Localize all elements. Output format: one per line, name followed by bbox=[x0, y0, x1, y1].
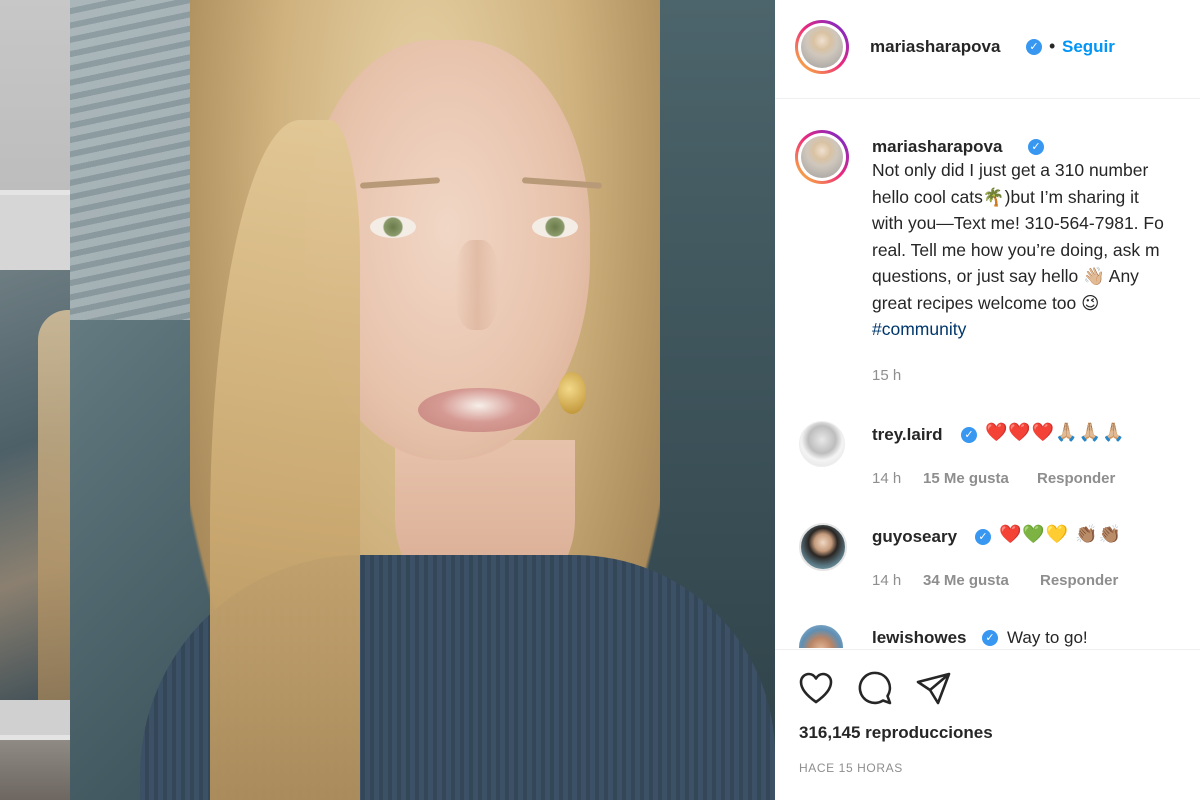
commenter-username[interactable]: lewishowes bbox=[872, 628, 966, 648]
comment-text: Way to go! bbox=[1007, 628, 1088, 647]
right-eye bbox=[532, 216, 578, 238]
left-eye bbox=[370, 216, 416, 238]
caption-text: Not only did I just get a 310 number hel… bbox=[872, 157, 1200, 343]
comment-likes[interactable]: 15 Me gusta bbox=[923, 470, 1009, 487]
comment-likes[interactable]: 34 Me gusta bbox=[923, 572, 1009, 589]
comments-list[interactable]: mariasharapova ✓ Not only did I just get… bbox=[775, 99, 1200, 648]
caption-time[interactable]: 15 h bbox=[872, 367, 901, 384]
post-timestamp[interactable]: HACE 15 HORAS bbox=[799, 761, 903, 775]
verified-badge-icon: ✓ bbox=[1028, 139, 1044, 155]
post-video[interactable] bbox=[70, 0, 775, 800]
caption-line: Not only did I just get a 310 number bbox=[872, 160, 1149, 180]
commenter-avatar[interactable] bbox=[799, 421, 845, 467]
previous-post-strip[interactable] bbox=[0, 0, 70, 800]
comment-text: ❤️❤️❤️🙏🏼🙏🏼🙏🏼 bbox=[985, 422, 1126, 442]
post-actions: 316,145 reproducciones HACE 15 HORAS bbox=[775, 649, 1200, 801]
commenter-username[interactable]: guyoseary bbox=[872, 527, 957, 547]
caption-line: with you—Text me! 310-564-7981. Fo bbox=[872, 213, 1164, 233]
verified-badge-icon: ✓ bbox=[982, 630, 998, 646]
commenter-avatar[interactable] bbox=[799, 625, 843, 648]
previous-thumbnail-bottom[interactable] bbox=[0, 740, 70, 800]
separator-dot: • bbox=[1049, 36, 1056, 56]
nose bbox=[455, 240, 499, 330]
comment-time[interactable]: 14 h bbox=[872, 572, 901, 589]
share-icon[interactable] bbox=[915, 670, 953, 708]
earring bbox=[558, 372, 586, 414]
previous-thumbnail-gap bbox=[0, 195, 70, 270]
verified-badge-icon: ✓ bbox=[1026, 39, 1042, 55]
caption-line: hello cool cats🌴)but I’m sharing it bbox=[872, 186, 1139, 207]
previous-thumbnail-top bbox=[0, 0, 70, 190]
post-header: mariasharapova ✓ • Seguir bbox=[775, 0, 1200, 99]
commenter-username[interactable]: trey.laird bbox=[872, 425, 943, 445]
caption-line: real. Tell me how you’re doing, ask m bbox=[872, 239, 1160, 260]
follow-button[interactable]: Seguir bbox=[1062, 37, 1115, 57]
author-username[interactable]: mariasharapova bbox=[870, 37, 1000, 57]
comment-text: ❤️💚💛 👏🏽👏🏽 bbox=[999, 524, 1123, 544]
reply-button[interactable]: Responder bbox=[1037, 470, 1115, 487]
verified-badge-icon: ✓ bbox=[961, 427, 977, 443]
caption-line: questions, or just say hello 👋🏼 Any bbox=[872, 266, 1139, 286]
caption-line: great recipes welcome too 😉 bbox=[872, 292, 1100, 313]
hashtag-link[interactable]: #community bbox=[872, 316, 1200, 343]
comment-icon[interactable] bbox=[856, 670, 894, 708]
caption-avatar[interactable] bbox=[795, 130, 849, 184]
previous-thumbnail-photo[interactable] bbox=[0, 270, 70, 700]
verified-badge-icon: ✓ bbox=[975, 529, 991, 545]
heart-icon[interactable] bbox=[797, 670, 835, 708]
mouth bbox=[418, 388, 540, 432]
reply-button[interactable]: Responder bbox=[1040, 572, 1118, 589]
commenter-avatar[interactable] bbox=[799, 523, 847, 571]
author-avatar[interactable] bbox=[795, 20, 849, 74]
caption-username[interactable]: mariasharapova bbox=[872, 137, 1002, 157]
post-side-panel: mariasharapova ✓ • Seguir mariasharapova… bbox=[775, 0, 1200, 800]
previous-thumbnail-divider bbox=[0, 700, 70, 735]
views-count[interactable]: 316,145 reproducciones bbox=[799, 723, 993, 743]
comment-time[interactable]: 14 h bbox=[872, 470, 901, 487]
